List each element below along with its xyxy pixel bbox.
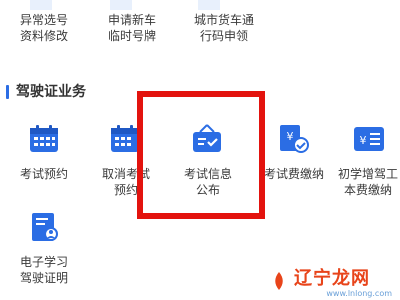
service-label: 初学增驾工 本费缴纳 [337,167,398,197]
service-label: 电子学习 驾驶证明 [19,255,68,285]
top-icon-2 [110,0,132,10]
service-label: 考试费缴纳 [263,167,324,181]
service-exam-fee[interactable]: 考试费缴纳 [254,166,334,182]
section-title: 驾驶证业务 [6,82,86,102]
svg-text:¥: ¥ [287,130,294,143]
top-icon-3 [198,0,220,10]
document-user-icon [27,212,61,242]
watermark-url: www.lnlong.com [326,289,392,298]
tile-temp-plate-apply[interactable]: 申请新车 临时号牌 [92,12,172,44]
payment-card-icon: ¥ [352,124,386,154]
calendar-icon [27,124,61,154]
highlight-frame [137,91,265,219]
service-label: 考试预约 [19,167,68,181]
service-beginner-fee[interactable]: 初学增驾工 本费缴纳 [330,166,400,198]
watermark-text: 辽宁龙网 [294,268,370,289]
watermark-logo-icon [275,272,283,290]
top-icon-1 [30,0,52,10]
tile-truck-pass-code[interactable]: 城市货车通 行码申领 [178,12,270,44]
tile-label: 申请新车 临时号牌 [107,13,156,43]
tile-label: 城市货车通 行码申领 [193,13,254,43]
tile-abnormal-number-edit[interactable]: 异常选号 资料修改 [4,12,84,44]
service-e-learning-proof[interactable]: 电子学习 驾驶证明 [4,254,84,286]
svg-text:¥: ¥ [360,134,367,147]
tile-label: 异常选号 资料修改 [19,13,68,43]
service-exam-booking[interactable]: 考试预约 [4,166,84,182]
fee-receipt-icon: ¥ [276,124,310,154]
